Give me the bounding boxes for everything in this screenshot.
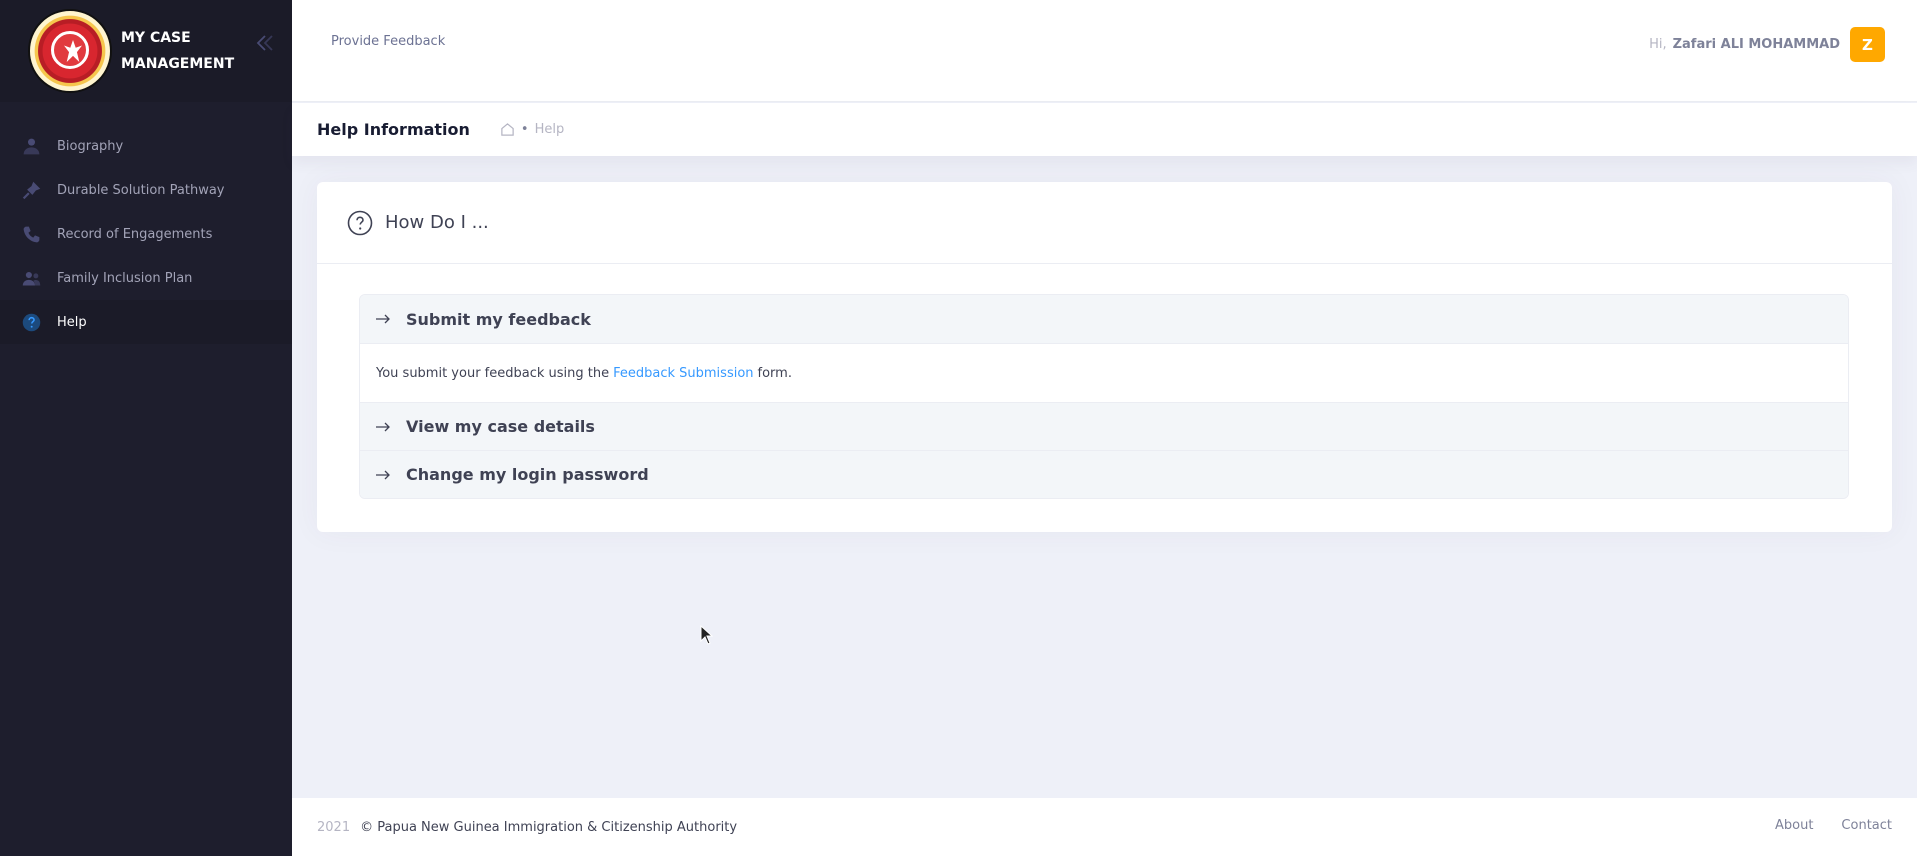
accordion-item-change-password[interactable]: Change my login password <box>360 450 1848 498</box>
sidebar-menu: Biography Durable Solution Pathway Recor… <box>0 124 292 344</box>
accordion-item-submit-feedback[interactable]: Submit my feedback <box>360 295 1848 343</box>
footer-link-about[interactable]: About <box>1775 818 1813 833</box>
footer-copyright: © Papua New Guinea Immigration & Citizen… <box>360 819 738 835</box>
logo <box>28 9 112 93</box>
phone-icon <box>20 223 42 245</box>
accordion-title: Submit my feedback <box>406 309 591 329</box>
card-title: How Do I ... <box>385 212 489 233</box>
footer-year: 2021 <box>317 819 351 835</box>
user-menu[interactable]: Hi, Zafari ALI MOHAMMAD Z <box>1649 27 1885 62</box>
sidebar: MY CASE MANAGEMENT Biography Durable Sol… <box>0 0 292 856</box>
breadcrumb: • Help <box>500 122 564 137</box>
accordion-body: You submit your feedback using the Feedb… <box>360 343 1848 402</box>
greeting: Hi, <box>1649 37 1667 52</box>
faq-accordion: Submit my feedback You submit your feedb… <box>359 294 1849 499</box>
top-header: Provide Feedback Hi, Zafari ALI MOHAMMAD… <box>292 0 1917 102</box>
footer: 2021 © Papua New Guinea Immigration & Ci… <box>292 798 1917 856</box>
breadcrumb-separator: • <box>520 122 529 137</box>
pin-icon <box>20 179 42 201</box>
footer-links: About Contact <box>1775 818 1892 833</box>
sidebar-item-label: Durable Solution Pathway <box>57 182 225 198</box>
sidebar-item-label: Biography <box>57 138 124 154</box>
collapse-sidebar-icon[interactable] <box>255 32 275 54</box>
breadcrumb-current[interactable]: Help <box>535 122 565 137</box>
sidebar-item-durable-solution-pathway[interactable]: Durable Solution Pathway <box>0 168 292 212</box>
group-icon <box>20 267 42 289</box>
help-card: How Do I ... Submit my feedback You subm… <box>317 182 1892 532</box>
sidebar-item-family-inclusion-plan[interactable]: Family Inclusion Plan <box>0 256 292 300</box>
home-icon[interactable] <box>500 122 515 137</box>
arrow-right-icon <box>374 310 392 328</box>
accordion-title: Change my login password <box>406 465 649 484</box>
sidebar-item-label: Family Inclusion Plan <box>57 270 193 286</box>
mouse-cursor-icon <box>700 624 714 645</box>
sidebar-item-help[interactable]: Help <box>0 300 292 344</box>
sidebar-item-label: Record of Engagements <box>57 226 213 242</box>
feedback-submission-link[interactable]: Feedback Submission <box>613 366 753 381</box>
user-icon <box>20 135 42 157</box>
accordion-body-text: You submit your feedback using the <box>376 365 610 381</box>
brand: MY CASE MANAGEMENT <box>0 0 292 102</box>
footer-link-contact[interactable]: Contact <box>1841 818 1892 833</box>
app-title: MY CASE MANAGEMENT <box>121 30 235 72</box>
username: Zafari ALI MOHAMMAD <box>1672 37 1840 52</box>
sidebar-item-biography[interactable]: Biography <box>0 124 292 168</box>
subheader: Help Information • Help <box>292 103 1917 156</box>
accordion-body-text-end: form. <box>757 365 792 381</box>
card-header: How Do I ... <box>317 182 1892 264</box>
page-title: Help Information <box>317 120 470 139</box>
provide-feedback-link[interactable]: Provide Feedback <box>331 34 445 49</box>
accordion-item-view-case-details[interactable]: View my case details <box>360 402 1848 450</box>
question-circle-icon <box>347 210 373 236</box>
arrow-right-icon <box>374 418 392 436</box>
avatar[interactable]: Z <box>1850 27 1885 62</box>
accordion-title: View my case details <box>406 417 595 436</box>
sidebar-item-record-of-engagements[interactable]: Record of Engagements <box>0 212 292 256</box>
arrow-right-icon <box>374 466 392 484</box>
sidebar-item-label: Help <box>57 314 87 330</box>
question-icon <box>20 311 42 333</box>
